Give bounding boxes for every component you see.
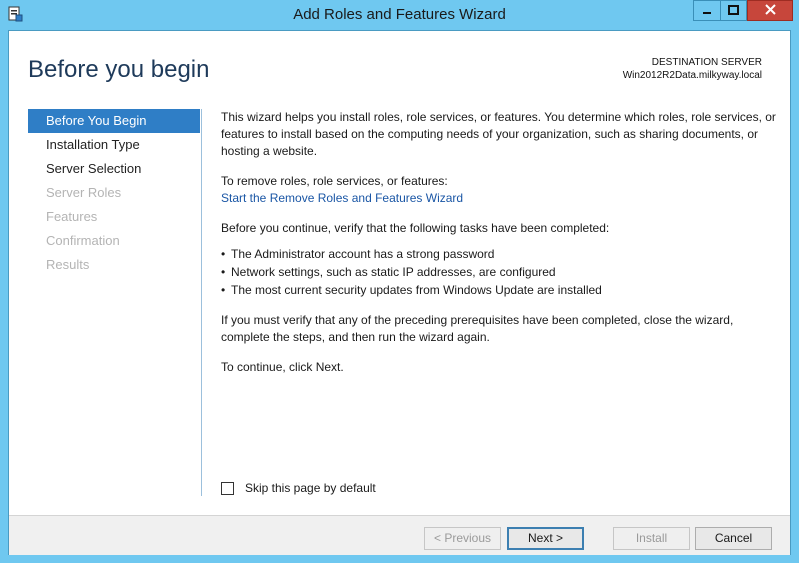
nav-item-confirmation: Confirmation	[46, 233, 120, 248]
install-button: Install	[613, 527, 690, 550]
title-bar[interactable]: Add Roles and Features Wizard	[0, 0, 799, 30]
skip-page-checkbox[interactable]	[221, 481, 234, 495]
nav-item-server-roles: Server Roles	[46, 185, 122, 200]
wizard-window: Add Roles and Features Wizard Before you…	[0, 0, 799, 563]
task-item: Network settings, such as static IP addr…	[221, 263, 781, 281]
previous-button: < Previous	[424, 527, 501, 550]
nav-divider	[201, 109, 202, 496]
intro-text: This wizard helps you install roles, rol…	[221, 110, 776, 158]
minimize-button[interactable]	[693, 0, 720, 21]
close-icon	[764, 2, 776, 20]
task-item: The most current security updates from W…	[221, 281, 781, 299]
continue-text: To continue, click Next.	[221, 360, 344, 374]
wizard-body: Before you begin DESTINATION SERVER Win2…	[8, 30, 791, 555]
nav-item-results: Results	[46, 257, 90, 272]
close-button[interactable]	[747, 0, 793, 21]
prereq-text: If you must verify that any of the prece…	[221, 313, 734, 344]
button-bar: < Previous Next > Install Cancel	[9, 515, 790, 555]
task-item: The Administrator account has a strong p…	[221, 245, 781, 263]
remove-section: To remove roles, role services, or featu…	[221, 173, 781, 207]
remove-label: To remove roles, role services, or featu…	[221, 174, 448, 188]
nav-item-features: Features	[46, 209, 98, 224]
page-title: Before you begin	[28, 56, 210, 83]
cancel-button[interactable]: Cancel	[695, 527, 772, 550]
task-list: The Administrator account has a strong p…	[221, 245, 781, 299]
destination-server-name: Win2012R2Data.milkyway.local	[622, 70, 762, 81]
maximize-icon	[728, 2, 739, 20]
remove-wizard-link[interactable]: Start the Remove Roles and Features Wiza…	[221, 191, 463, 205]
destination-server: DESTINATION SERVER Win2012R2Data.milkywa…	[623, 56, 762, 82]
content-pane: This wizard helps you install roles, rol…	[221, 109, 781, 389]
destination-server-label: DESTINATION SERVER	[651, 57, 762, 68]
nav-item-before-you-begin[interactable]: Before You Begin	[28, 109, 200, 133]
wizard-steps-nav: Before You Begin Installation Type Serve…	[28, 109, 200, 277]
nav-item-installation-type[interactable]: Installation Type	[28, 133, 200, 157]
maximize-button[interactable]	[720, 0, 747, 21]
minimize-icon	[702, 2, 712, 20]
skip-page-option[interactable]: Skip this page by default	[221, 481, 376, 495]
verify-text: Before you continue, verify that the fol…	[221, 221, 610, 235]
window-title: Add Roles and Features Wizard	[293, 6, 506, 23]
nav-item-server-selection[interactable]: Server Selection	[28, 157, 200, 181]
next-button[interactable]: Next >	[507, 527, 584, 550]
skip-page-label: Skip this page by default	[245, 481, 376, 495]
